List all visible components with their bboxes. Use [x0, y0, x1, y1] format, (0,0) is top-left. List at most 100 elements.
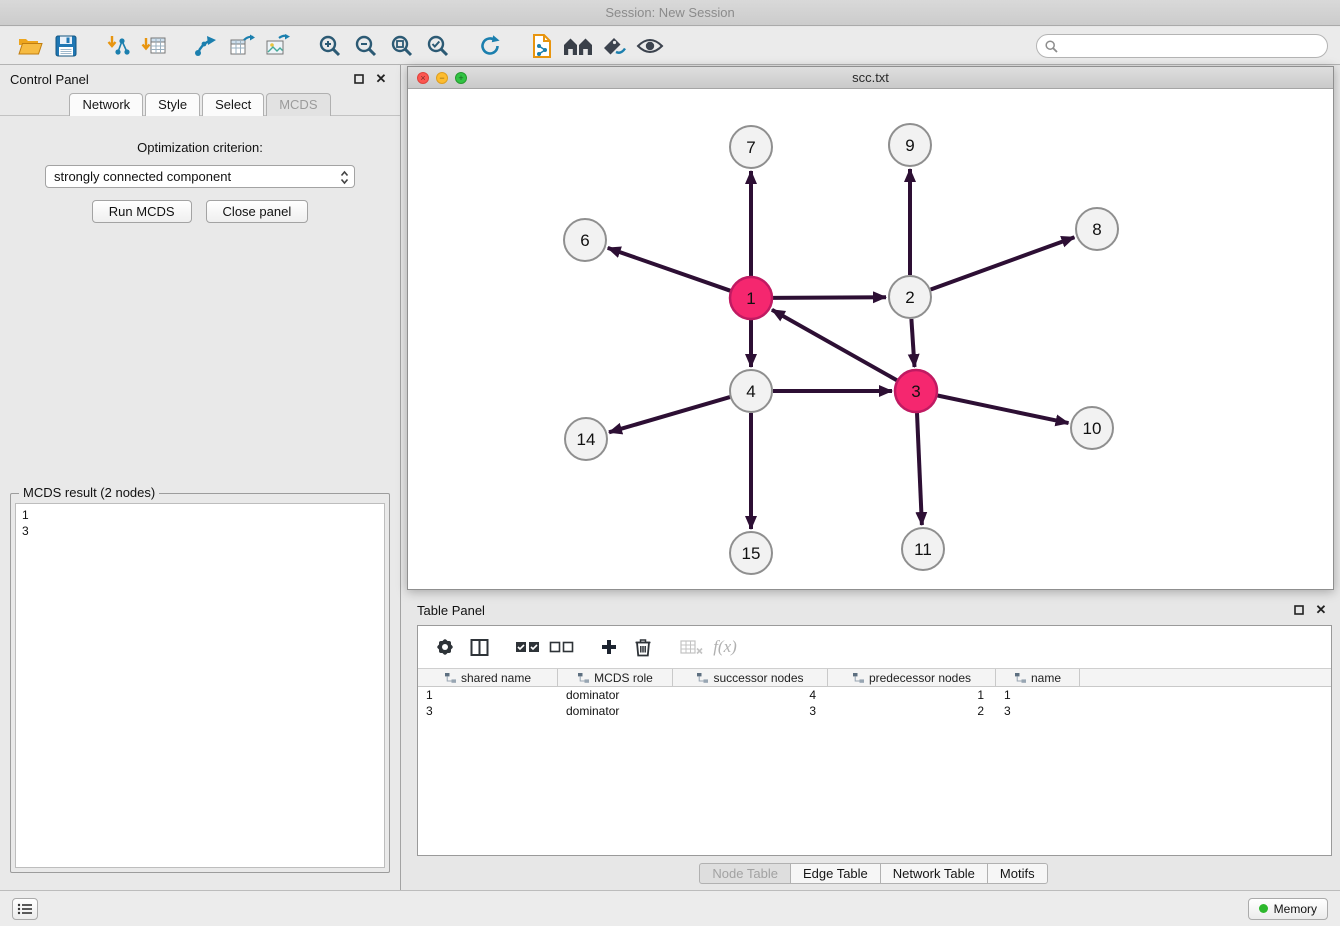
tab-select[interactable]: Select — [202, 93, 264, 116]
column-header-shared-name[interactable]: shared name — [418, 669, 558, 686]
table-settings-button[interactable] — [430, 632, 460, 662]
criterion-dropdown[interactable]: strongly connected component — [45, 165, 355, 188]
control-panel-float-button[interactable] — [350, 70, 368, 88]
gear-icon — [435, 637, 455, 657]
memory-button[interactable]: Memory — [1248, 898, 1328, 920]
graph-edge-1-2[interactable] — [773, 297, 886, 298]
graph-node-8[interactable]: 8 — [1076, 208, 1118, 250]
zoom-selected-button[interactable] — [420, 31, 456, 61]
zoom-in-button[interactable] — [312, 31, 348, 61]
tab-network-table[interactable]: Network Table — [880, 863, 988, 884]
network-canvas[interactable]: 7 9 6 8 1 2 4 3 14 10 15 11 — [408, 89, 1333, 589]
graph-node-4[interactable]: 4 — [730, 370, 772, 412]
table-panel-close-button[interactable]: ✕ — [1312, 601, 1330, 619]
table-cell[interactable]: 1 — [996, 687, 1080, 703]
graph-edge-2-8[interactable] — [931, 237, 1075, 289]
graph-node-11[interactable]: 11 — [902, 528, 944, 570]
application-window: Session: New Session Control Panel — [0, 0, 1340, 926]
show-columns-button[interactable] — [464, 632, 494, 662]
annotation-button[interactable] — [596, 31, 632, 61]
table-row[interactable]: 3dominator323 — [418, 703, 1331, 719]
table-cell[interactable]: 3 — [673, 703, 828, 719]
mcds-result-line: 1 — [22, 507, 378, 523]
select-all-columns-button[interactable] — [512, 632, 542, 662]
eye-icon — [636, 37, 664, 55]
table-cell[interactable]: dominator — [558, 687, 673, 703]
graph-node-14[interactable]: 14 — [565, 418, 607, 460]
graph-node-9[interactable]: 9 — [889, 124, 931, 166]
graph-edge-3-1[interactable] — [772, 310, 897, 380]
delete-columns-button[interactable] — [628, 632, 658, 662]
zoom-out-button[interactable] — [348, 31, 384, 61]
graph-node-2[interactable]: 2 — [889, 276, 931, 318]
graph-node-1[interactable]: 1 — [730, 277, 772, 319]
graph-edge-2-3[interactable] — [911, 319, 914, 367]
table-cell[interactable]: 1 — [418, 687, 558, 703]
tab-edge-table[interactable]: Edge Table — [790, 863, 881, 884]
graph-edge-3-10[interactable] — [938, 396, 1069, 424]
tab-network[interactable]: Network — [69, 93, 143, 116]
tab-mcds[interactable]: MCDS — [266, 93, 330, 116]
table-cell[interactable]: 4 — [673, 687, 828, 703]
close-window-icon[interactable]: × — [417, 72, 429, 84]
tab-node-table[interactable]: Node Table — [699, 863, 791, 884]
apply-layout-button[interactable] — [524, 31, 560, 61]
graph-node-10[interactable]: 10 — [1071, 407, 1113, 449]
mcds-result-list[interactable]: 13 — [15, 503, 385, 868]
graph-edge-1-6[interactable] — [608, 248, 731, 291]
import-network-button[interactable] — [100, 31, 136, 61]
list-icon — [17, 903, 33, 915]
graph-node-3[interactable]: 3 — [895, 370, 937, 412]
import-table-button[interactable] — [136, 31, 172, 61]
tab-motifs[interactable]: Motifs — [987, 863, 1048, 884]
minimize-window-icon[interactable]: − — [436, 72, 448, 84]
mcds-result-group-title: MCDS result (2 nodes) — [19, 485, 159, 500]
table-panel-float-button[interactable] — [1290, 601, 1308, 619]
graph-node-7[interactable]: 7 — [730, 126, 772, 168]
table-cell[interactable]: 3 — [418, 703, 558, 719]
refresh-view-button[interactable] — [472, 31, 508, 61]
create-column-button[interactable] — [594, 632, 624, 662]
export-image-button[interactable] — [260, 31, 296, 61]
task-history-button[interactable] — [12, 898, 38, 920]
open-session-button[interactable] — [12, 31, 48, 61]
column-header-successor-nodes[interactable]: successor nodes — [673, 669, 828, 686]
column-header-predecessor-nodes[interactable]: predecessor nodes — [828, 669, 996, 686]
control-panel-close-button[interactable]: ✕ — [372, 70, 390, 88]
search-box — [1036, 34, 1328, 58]
new-table-button[interactable] — [224, 31, 260, 61]
window-controls: × − + — [417, 72, 467, 84]
delete-table-button[interactable] — [676, 632, 706, 662]
new-network-button[interactable] — [188, 31, 224, 61]
table-cell[interactable]: 2 — [828, 703, 996, 719]
column-header-mcds-role[interactable]: MCDS role — [558, 669, 673, 686]
first-neighbors-button[interactable] — [560, 31, 596, 61]
graph-node-15[interactable]: 15 — [730, 532, 772, 574]
table-cell[interactable]: 3 — [996, 703, 1080, 719]
graph-node-6[interactable]: 6 — [564, 219, 606, 261]
function-builder-button[interactable]: f(x) — [710, 632, 740, 662]
zoom-window-icon[interactable]: + — [455, 72, 467, 84]
deselect-all-columns-button[interactable] — [546, 632, 576, 662]
export-image-icon — [265, 34, 291, 58]
search-input[interactable] — [1036, 34, 1328, 58]
status-bar: Memory — [0, 890, 1340, 926]
column-header-name[interactable]: name — [996, 669, 1080, 686]
checked-boxes-icon — [515, 640, 540, 654]
zoom-fit-button[interactable] — [384, 31, 420, 61]
show-hide-graphics-button[interactable] — [632, 31, 668, 61]
app-titlebar[interactable]: Session: New Session — [0, 0, 1340, 26]
table-cell[interactable]: dominator — [558, 703, 673, 719]
graph-edge-4-14[interactable] — [609, 397, 730, 432]
table-panel-tabs: Node TableEdge TableNetwork TableMotifs — [407, 863, 1340, 884]
network-graph[interactable]: 7 9 6 8 1 2 4 3 14 10 15 11 — [408, 89, 1333, 589]
run-mcds-button[interactable]: Run MCDS — [92, 200, 192, 223]
save-session-button[interactable] — [48, 31, 84, 61]
network-window-titlebar[interactable]: × − + scc.txt — [408, 67, 1333, 89]
graph-edge-3-11[interactable] — [917, 413, 922, 525]
table-cell[interactable]: 1 — [828, 687, 996, 703]
svg-text:14: 14 — [577, 430, 596, 449]
tab-style[interactable]: Style — [145, 93, 200, 116]
close-panel-button[interactable]: Close panel — [206, 200, 309, 223]
table-row[interactable]: 1dominator411 — [418, 687, 1331, 703]
